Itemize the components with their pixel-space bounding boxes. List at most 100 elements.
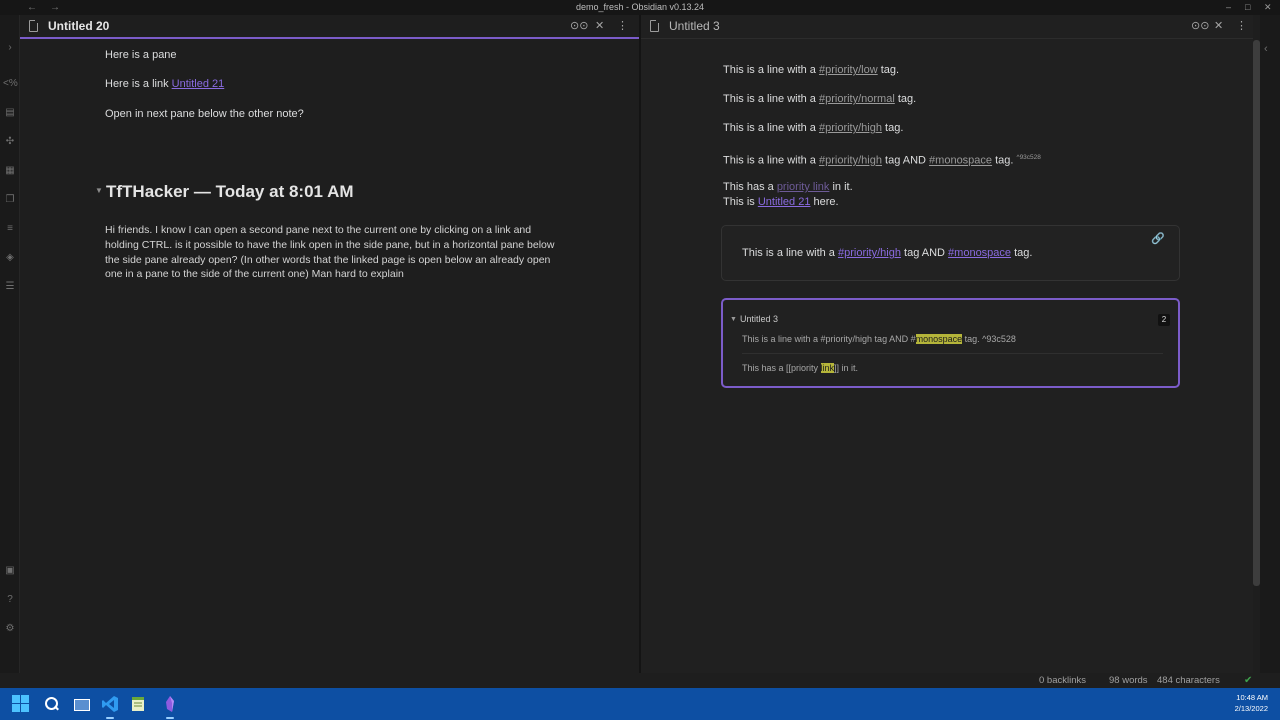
vault-icon[interactable]: ▣ [3,564,17,578]
note-line: This has a priority link in it. [723,180,853,194]
link-icon[interactable]: 🔗 [1151,232,1165,245]
unresolved-link[interactable]: priority link [777,181,830,193]
note-line: This is a line with a #priority/normal t… [723,92,916,106]
status-bar: 0 backlinks 98 words 484 characters ✔ [0,673,1280,688]
pane-header: Untitled 3 ⊙⊙ ✕ ⋮ [641,15,1253,39]
reading-mode-icon[interactable]: ⊙⊙ [570,19,588,32]
active-indicator [166,717,174,719]
text: tag. [877,64,900,76]
minimize-icon[interactable]: – [1226,0,1231,15]
backlink-result[interactable]: This is a line with a #priority/high tag… [742,334,1016,344]
note-line: Here is a link Untitled 21 [105,77,224,91]
search-icon[interactable] [42,695,60,713]
text: tag. [992,154,1017,167]
pane-header: Untitled 20 ⊙⊙ ✕ ⋮ [20,15,639,39]
obsidian-icon[interactable] [161,695,179,713]
windows-start-icon[interactable] [12,695,30,713]
clock-date: 2/13/2022 [1234,704,1268,713]
document-icon [650,20,659,32]
backlink-result[interactable]: This has a [[priority link]] in it. [742,363,858,373]
text: This is a line with a [723,154,819,167]
settings-icon[interactable]: ⚙ [3,622,17,636]
command-list-icon[interactable]: ☰ [3,280,17,294]
embedded-block[interactable]: 🔗 This is a line with a #priority/high t… [721,225,1180,281]
backlinks-panel: ▼ Untitled 3 2 This is a line with a #pr… [721,298,1180,388]
text: in it. [829,181,853,193]
text: tag. ^93c528 [962,334,1016,344]
text: tag AND [900,247,949,259]
backlink-count-badge: 2 [1158,314,1170,326]
text: tag. [881,122,904,134]
backlink-file-title[interactable]: Untitled 3 [740,314,778,324]
collapse-caret-icon[interactable]: ▼ [95,186,103,195]
tag-link[interactable]: #monospace [948,247,1011,259]
maximize-icon[interactable]: □ [1245,0,1250,15]
character-count: 484 characters [1157,675,1220,686]
block-id: ^93c528 [1016,154,1041,161]
copy-icon[interactable]: ❐ [3,193,17,207]
right-ribbon: ‹ [1260,15,1280,688]
embed-text: This is a line with a #priority/high tag… [742,247,1032,259]
note-paragraph: Hi friends. I know I can open a second p… [105,224,555,281]
tag-link[interactable]: #priority/high [838,247,901,259]
text: This is a line with a [723,93,819,105]
window-title: demo_fresh - Obsidian v0.13.24 [575,2,705,12]
file-list-icon[interactable]: ▤ [3,106,17,120]
collapse-caret-icon[interactable]: ▼ [730,316,737,323]
close-pane-icon[interactable]: ✕ [1214,19,1223,32]
text: This is [723,196,758,208]
note-line: Open in next pane below the other note? [105,108,304,120]
templater-icon[interactable]: <% [3,77,18,91]
calendar-icon[interactable]: ▦ [3,164,17,178]
graph-view-icon[interactable]: ✣ [3,135,17,149]
taskbar: 10:48 AM 2/13/2022 [0,688,1280,720]
text: tag. [1011,247,1033,259]
text: This is a line with a #priority/high tag… [742,334,916,344]
system-clock[interactable]: 10:48 AM 2/13/2022 [1235,692,1268,714]
text: ]] in it. [834,363,859,373]
text: tag. [894,93,917,105]
note-line: This is a line with a #priority/high tag… [723,121,903,135]
word-count: 98 words [1109,675,1148,686]
left-ribbon: › <% ▤ ✣ ▦ ❐ ≡ ◈ ☰ ▣ ? ⚙ [0,15,20,688]
close-pane-icon[interactable]: ✕ [595,19,604,32]
plugin-icon[interactable]: ◈ [3,251,17,265]
search-highlight: monospace [915,334,963,344]
close-window-icon[interactable]: ✕ [1264,0,1272,15]
expand-sidebar-icon[interactable]: › [3,41,17,55]
pane-title[interactable]: Untitled 3 [669,19,720,33]
tag-link[interactable]: #priority/high [819,122,882,134]
note-heading: TfTHacker — Today at 8:01 AM [106,182,354,201]
text: This is a line with a [723,122,819,134]
expand-right-sidebar-icon[interactable]: ‹ [1264,43,1268,55]
internal-link[interactable]: Untitled 21 [758,196,811,208]
help-icon[interactable]: ? [3,593,17,607]
text: This is a line with a [742,247,838,259]
pane-title[interactable]: Untitled 20 [48,19,109,33]
note-line: This is a line with a #priority/low tag. [723,63,899,77]
reading-mode-icon[interactable]: ⊙⊙ [1191,19,1209,32]
sync-status-icon[interactable]: ✔ [1244,675,1252,686]
text: here. [810,196,839,208]
internal-link[interactable]: Untitled 21 [172,78,225,90]
scrollbar[interactable] [1253,40,1260,586]
tag-link[interactable]: #priority/low [819,64,878,76]
tag-link[interactable]: #monospace [929,155,992,167]
divider [742,353,1163,354]
document-icon [29,20,38,32]
notepad-icon[interactable] [129,695,147,713]
text: This has a [723,181,777,193]
text: This has a [[priority [742,363,821,373]
tag-link[interactable]: #priority/normal [819,93,895,105]
task-view-icon[interactable] [72,695,90,713]
note-line: Here is a pane [105,49,177,61]
clock-time: 10:48 AM [1236,693,1268,702]
tag-link[interactable]: #priority/high [819,155,882,167]
text: tag AND [881,154,930,167]
backlinks-count[interactable]: 0 backlinks [1039,675,1086,686]
stack-icon[interactable]: ≡ [3,222,17,236]
more-options-icon[interactable]: ⋮ [1236,19,1247,32]
vscode-icon[interactable] [101,695,119,713]
more-options-icon[interactable]: ⋮ [617,19,628,32]
text: Here is a link [105,78,172,90]
